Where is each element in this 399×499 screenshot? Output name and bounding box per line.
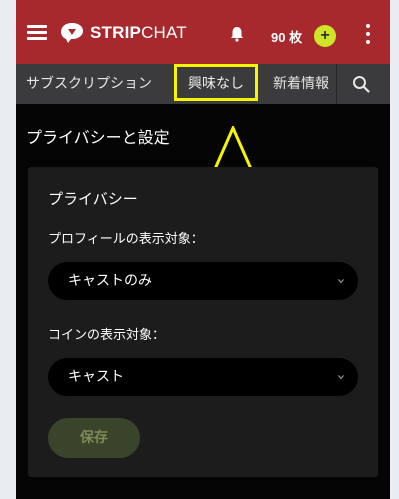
profile-visibility-label: プロフィールの表示対象： (48, 232, 204, 247)
top-header: STRIPCHAT 90 枚 + (16, 0, 390, 64)
chevron-down-icon (338, 375, 344, 380)
more-options-icon[interactable] (365, 24, 371, 44)
stripchat-logo-icon (61, 23, 83, 43)
coin-visibility-label: コインの表示対象： (48, 328, 166, 343)
buy-tokens-button[interactable]: + (314, 25, 336, 47)
chevron-down-icon (338, 279, 344, 284)
tab-divider (336, 64, 337, 104)
app-screen: STRIPCHAT 90 枚 + サブスクリプション 興味なし 新着情報 プライ… (16, 0, 390, 499)
bell-icon[interactable] (229, 26, 245, 42)
profile-visibility-select[interactable]: キャストのみ (48, 262, 358, 300)
privacy-card: プライバシー プロフィールの表示対象： キャストのみ コインの表示対象： キャス… (28, 167, 378, 477)
page-title: プライバシーと設定 (26, 128, 170, 147)
tab-whats-new[interactable]: 新着情報 (273, 64, 329, 104)
highlight-box (174, 64, 258, 101)
brand-bold: STRIP (90, 23, 142, 42)
profile-visibility-value: キャストのみ (68, 273, 152, 289)
search-icon[interactable] (352, 75, 370, 93)
token-balance[interactable]: 90 枚 (271, 27, 302, 46)
brand-logo-text[interactable]: STRIPCHAT (90, 23, 187, 43)
save-button[interactable]: 保存 (48, 418, 140, 458)
coin-visibility-value: キャスト (68, 369, 124, 385)
brand-light: CHAT (141, 23, 187, 42)
tab-subscriptions[interactable]: サブスクリプション (26, 64, 152, 104)
privacy-section-title: プライバシー (48, 190, 138, 208)
menu-icon[interactable] (27, 25, 47, 41)
coin-visibility-select[interactable]: キャスト (48, 358, 358, 396)
